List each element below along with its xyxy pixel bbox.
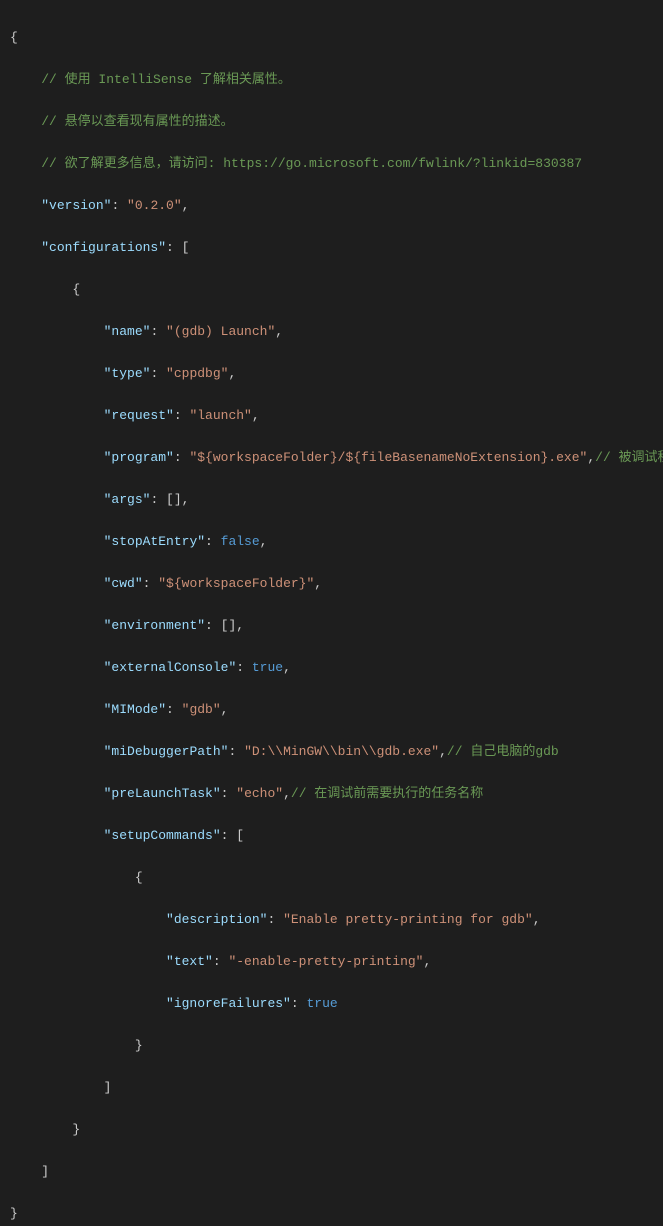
json-key: "args"	[104, 492, 151, 507]
json-bool: true	[252, 660, 283, 675]
json-key: "name"	[104, 324, 151, 339]
comment: // 欲了解更多信息，请访问: https://go.microsoft.com…	[41, 156, 582, 171]
json-key: "version"	[41, 198, 111, 213]
json-string: "launch"	[189, 408, 251, 423]
comment: // 被调试程序	[595, 450, 663, 465]
json-string: "cppdbg"	[166, 366, 228, 381]
json-string: "${workspaceFolder}/${fileBasenameNoExte…	[189, 450, 587, 465]
json-key: "stopAtEntry"	[104, 534, 205, 549]
comment: // 自己电脑的gdb	[447, 744, 559, 759]
comment: // 在调试前需要执行的任务名称	[291, 786, 483, 801]
json-key: "setupCommands"	[104, 828, 221, 843]
json-key: "miDebuggerPath"	[104, 744, 229, 759]
json-array: []	[166, 492, 182, 507]
json-string: "echo"	[236, 786, 283, 801]
brace-open: {	[72, 282, 80, 297]
json-bool: true	[306, 996, 337, 1011]
json-string: "(gdb) Launch"	[166, 324, 275, 339]
brace-open: {	[135, 870, 143, 885]
comment: // 悬停以查看现有属性的描述。	[41, 114, 233, 129]
json-string: "gdb"	[182, 702, 221, 717]
json-key: "environment"	[104, 618, 205, 633]
json-string: "${workspaceFolder}"	[158, 576, 314, 591]
brace-open: {	[10, 30, 18, 45]
json-string: "D:\\MinGW\\bin\\gdb.exe"	[244, 744, 439, 759]
json-array: []	[221, 618, 237, 633]
json-key: "MIMode"	[104, 702, 166, 717]
json-key: "cwd"	[104, 576, 143, 591]
json-key: "type"	[104, 366, 151, 381]
bracket-close: ]	[41, 1164, 49, 1179]
code-editor: { // 使用 IntelliSense 了解相关属性。 // 悬停以查看现有属…	[0, 0, 663, 1226]
comment: // 使用 IntelliSense 了解相关属性。	[41, 72, 291, 87]
json-string: "Enable pretty-printing for gdb"	[283, 912, 533, 927]
json-key: "program"	[104, 450, 174, 465]
brace-close: }	[135, 1038, 143, 1053]
json-key: "configurations"	[41, 240, 166, 255]
json-string: "-enable-pretty-printing"	[228, 954, 423, 969]
json-key: "text"	[166, 954, 213, 969]
json-key: "request"	[104, 408, 174, 423]
brace-close: }	[72, 1122, 80, 1137]
brace-close: }	[10, 1206, 18, 1221]
json-key: "ignoreFailures"	[166, 996, 291, 1011]
json-string: "0.2.0"	[127, 198, 182, 213]
json-key: "externalConsole"	[104, 660, 237, 675]
bracket-close: ]	[104, 1080, 112, 1095]
json-key: "preLaunchTask"	[104, 786, 221, 801]
json-bool: false	[221, 534, 260, 549]
json-key: "description"	[166, 912, 267, 927]
